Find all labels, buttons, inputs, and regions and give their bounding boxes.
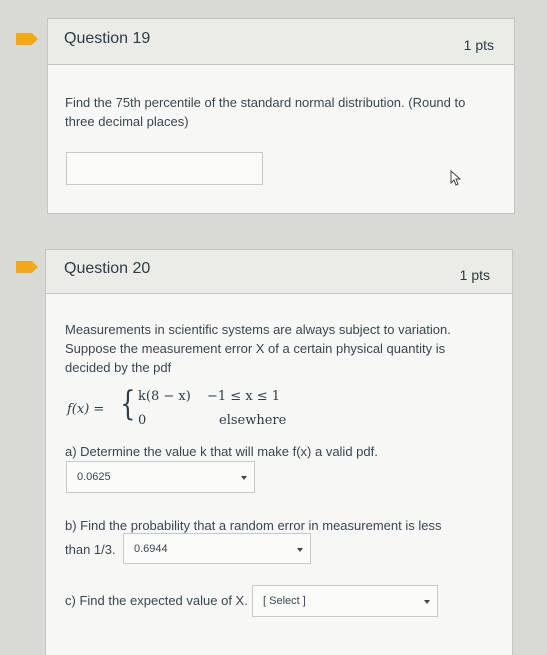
chevron-down-icon	[297, 547, 303, 552]
formula-case1-expr: k(8 − x)	[138, 389, 191, 404]
question-19-title: Question 19	[64, 30, 151, 47]
part-a-select[interactable]: 0.0625	[66, 461, 255, 493]
formula-brace: {	[120, 384, 136, 424]
mouse-pointer-icon	[450, 170, 462, 186]
pdf-formula: f(x) = { k(8 − x) −1 ≤ x ≤ 1 0 elsewhere	[46, 250, 514, 440]
question-20-flag-icon[interactable]	[16, 261, 38, 273]
formula-case2-expr: 0	[138, 413, 147, 428]
question-19-card: Question 19 1 pts Find the 75th percenti…	[47, 18, 515, 214]
question-20-card: Question 20 1 pts Measurements in scient…	[45, 249, 513, 655]
formula-lhs: f(x) =	[67, 402, 105, 417]
part-a-selected-value: 0.0625	[77, 471, 111, 483]
chevron-down-icon	[241, 476, 247, 480]
part-b-select[interactable]: 0.6944	[123, 533, 311, 564]
part-c-select[interactable]: [ Select ]	[252, 585, 438, 617]
part-b-selected-value: 0.6944	[134, 542, 168, 555]
question-19-flag-icon[interactable]	[16, 33, 38, 45]
question-19-answer-input[interactable]	[66, 152, 263, 185]
question-19-text: Find the 75th percentile of the standard…	[65, 95, 466, 129]
part-b-text-line2: than 1/3.	[65, 542, 116, 557]
formula-case1-cond: −1 ≤ x ≤ 1	[207, 389, 281, 404]
question-19-points: 1 pts	[463, 37, 494, 53]
part-c-text: c) Find the expected value of X.	[65, 593, 248, 608]
formula-case2-cond: elsewhere	[219, 413, 287, 428]
chevron-down-icon	[424, 600, 430, 604]
part-c-selected-value: [ Select ]	[263, 595, 306, 607]
part-a-text: a) Determine the value k that will make …	[65, 444, 378, 459]
